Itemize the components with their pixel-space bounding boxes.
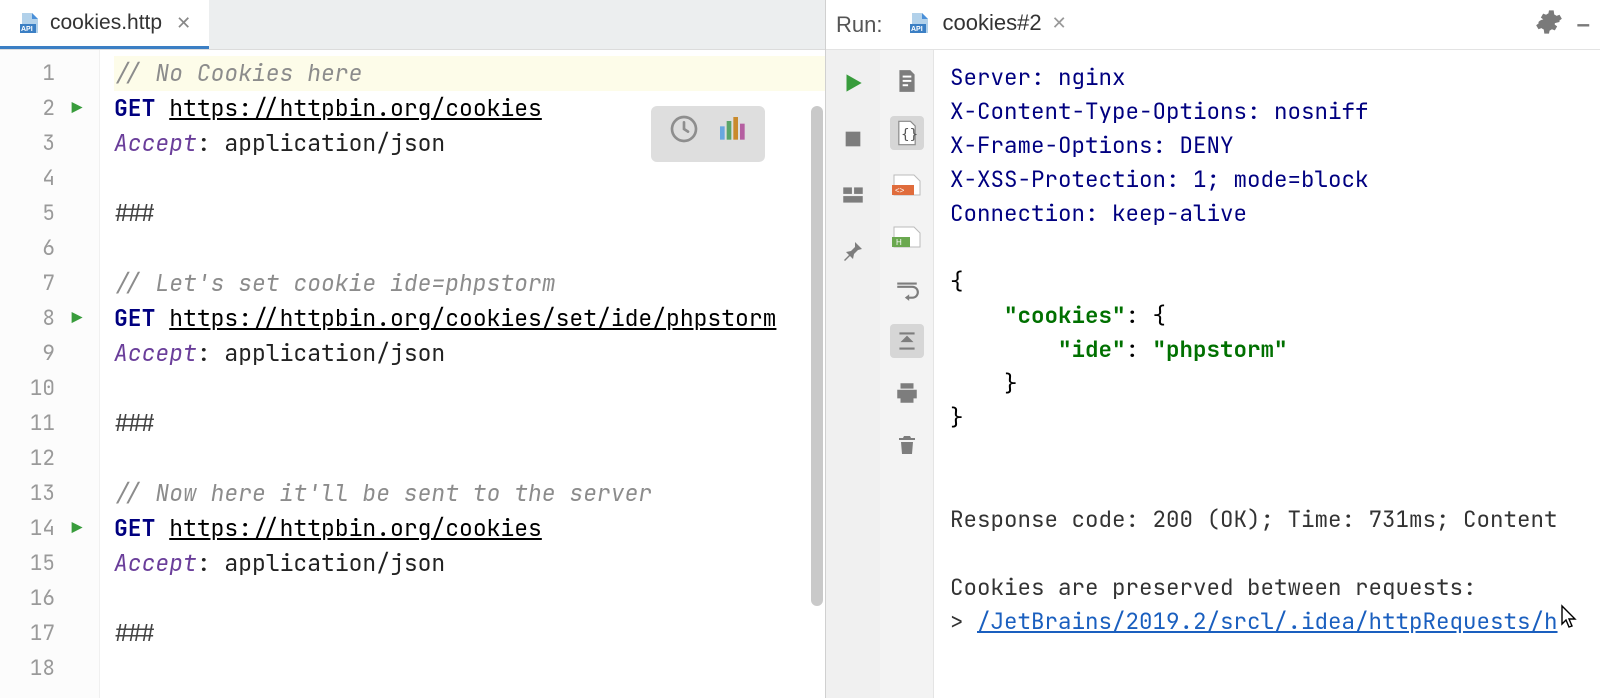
- gutter-run-slot[interactable]: ▶: [55, 517, 99, 540]
- cookie-file-link[interactable]: /JetBrains/2019.2/srcl/.idea/httpRequest…: [977, 606, 1558, 636]
- code-line[interactable]: // No Cookies here: [114, 56, 825, 91]
- line-number: 10: [19, 375, 55, 402]
- run-output[interactable]: Server: nginxX-Content-Type-Options: nos…: [934, 50, 1600, 698]
- line-number: 18: [19, 655, 55, 682]
- json-view-icon[interactable]: {}: [890, 116, 924, 150]
- editor-pane: API cookies.http ✕ ✔ 12▶345678▶910111213…: [0, 0, 826, 698]
- run-icon: ▶: [72, 517, 83, 540]
- run-toolbar-primary: [826, 50, 880, 698]
- cookie-note: Cookies are preserved between requests:: [950, 570, 1594, 604]
- code-line[interactable]: ###: [114, 406, 825, 441]
- http-request-toolbar: [651, 106, 765, 162]
- svg-text:API: API: [911, 26, 923, 33]
- scroll-to-end-icon[interactable]: [890, 324, 924, 358]
- chart-icon[interactable]: [716, 113, 748, 155]
- print-icon[interactable]: [890, 376, 924, 410]
- line-number: 17: [19, 620, 55, 647]
- run-title: Run:: [836, 12, 882, 38]
- line-number: 15: [19, 550, 55, 577]
- code-line[interactable]: Accept: application/json: [114, 546, 825, 581]
- run-body: {} <> H Server: nginxX-Content-Type-Opti…: [826, 50, 1600, 698]
- text-file-icon[interactable]: [890, 64, 924, 98]
- line-number: 8: [19, 305, 55, 332]
- code-editor[interactable]: ✔ 12▶345678▶91011121314▶15161718 // No C…: [0, 50, 825, 698]
- close-icon[interactable]: ✕: [1052, 13, 1067, 34]
- close-icon[interactable]: ✕: [176, 13, 191, 34]
- svg-text:{}: {}: [901, 127, 918, 143]
- pin-icon[interactable]: [836, 234, 870, 268]
- history-icon[interactable]: [668, 113, 700, 155]
- gear-icon[interactable]: [1535, 8, 1563, 42]
- code-line[interactable]: [114, 371, 825, 406]
- api-file-icon: API: [18, 11, 42, 35]
- run-header: Run: API cookies#2 ✕ –: [826, 0, 1600, 50]
- line-number: 3: [19, 130, 55, 157]
- run-icon: ▶: [72, 307, 83, 330]
- code-line[interactable]: GET https://httpbin.org/cookies/set/ide/…: [114, 301, 825, 336]
- cursor-icon: [1558, 604, 1582, 641]
- code-line[interactable]: [114, 161, 825, 196]
- layout-icon[interactable]: [836, 178, 870, 212]
- line-number: 11: [19, 410, 55, 437]
- code-line[interactable]: [114, 231, 825, 266]
- svg-text:<>: <>: [895, 186, 905, 195]
- run-icon: ▶: [72, 97, 83, 120]
- line-number: 1: [19, 60, 55, 87]
- line-number: 4: [19, 165, 55, 192]
- line-number: 16: [19, 585, 55, 612]
- svg-text:H: H: [896, 238, 902, 247]
- http-header-icon[interactable]: H: [890, 220, 924, 254]
- editor-tab-title: cookies.http: [50, 11, 162, 35]
- line-number: 5: [19, 200, 55, 227]
- run-toolbar-secondary: {} <> H: [880, 50, 934, 698]
- soft-wrap-icon[interactable]: [890, 272, 924, 306]
- run-tab[interactable]: API cookies#2 ✕: [896, 4, 1078, 45]
- code-line[interactable]: Accept: application/json: [114, 336, 825, 371]
- code-line[interactable]: [114, 651, 825, 686]
- line-number: 2: [19, 95, 55, 122]
- line-number: 9: [19, 340, 55, 367]
- code-area[interactable]: // No Cookies here GET https://httpbin.or…: [100, 50, 825, 698]
- gutter-run-slot[interactable]: ▶: [55, 307, 99, 330]
- editor-tabbar: API cookies.http ✕: [0, 0, 825, 50]
- editor-gutter: 12▶345678▶91011121314▶15161718: [0, 50, 100, 698]
- code-line[interactable]: [114, 581, 825, 616]
- editor-scrollbar[interactable]: [811, 106, 823, 606]
- minimize-icon[interactable]: –: [1577, 11, 1590, 39]
- response-status-line: Response code: 200 (OK); Time: 731ms; Co…: [950, 502, 1594, 536]
- rerun-icon[interactable]: [836, 66, 870, 100]
- code-line[interactable]: ###: [114, 616, 825, 651]
- editor-tab[interactable]: API cookies.http ✕: [0, 0, 209, 49]
- run-tool-window: Run: API cookies#2 ✕ – {} <> H: [826, 0, 1600, 698]
- line-number: 7: [19, 270, 55, 297]
- code-line[interactable]: // Now here it'll be sent to the server: [114, 476, 825, 511]
- line-number: 13: [19, 480, 55, 507]
- code-line[interactable]: [114, 441, 825, 476]
- api-file-icon: API: [908, 11, 932, 35]
- trash-icon[interactable]: [890, 428, 924, 462]
- code-line[interactable]: GET https://httpbin.org/cookies: [114, 511, 825, 546]
- line-number: 12: [19, 445, 55, 472]
- code-line[interactable]: // Let's set cookie ide=phpstorm: [114, 266, 825, 301]
- stop-icon[interactable]: [836, 122, 870, 156]
- run-tab-title: cookies#2: [942, 10, 1041, 36]
- gutter-run-slot[interactable]: ▶: [55, 97, 99, 120]
- line-number: 6: [19, 235, 55, 262]
- html-view-icon[interactable]: <>: [890, 168, 924, 202]
- code-line[interactable]: ###: [114, 196, 825, 231]
- svg-text:API: API: [21, 26, 33, 33]
- line-number: 14: [19, 515, 55, 542]
